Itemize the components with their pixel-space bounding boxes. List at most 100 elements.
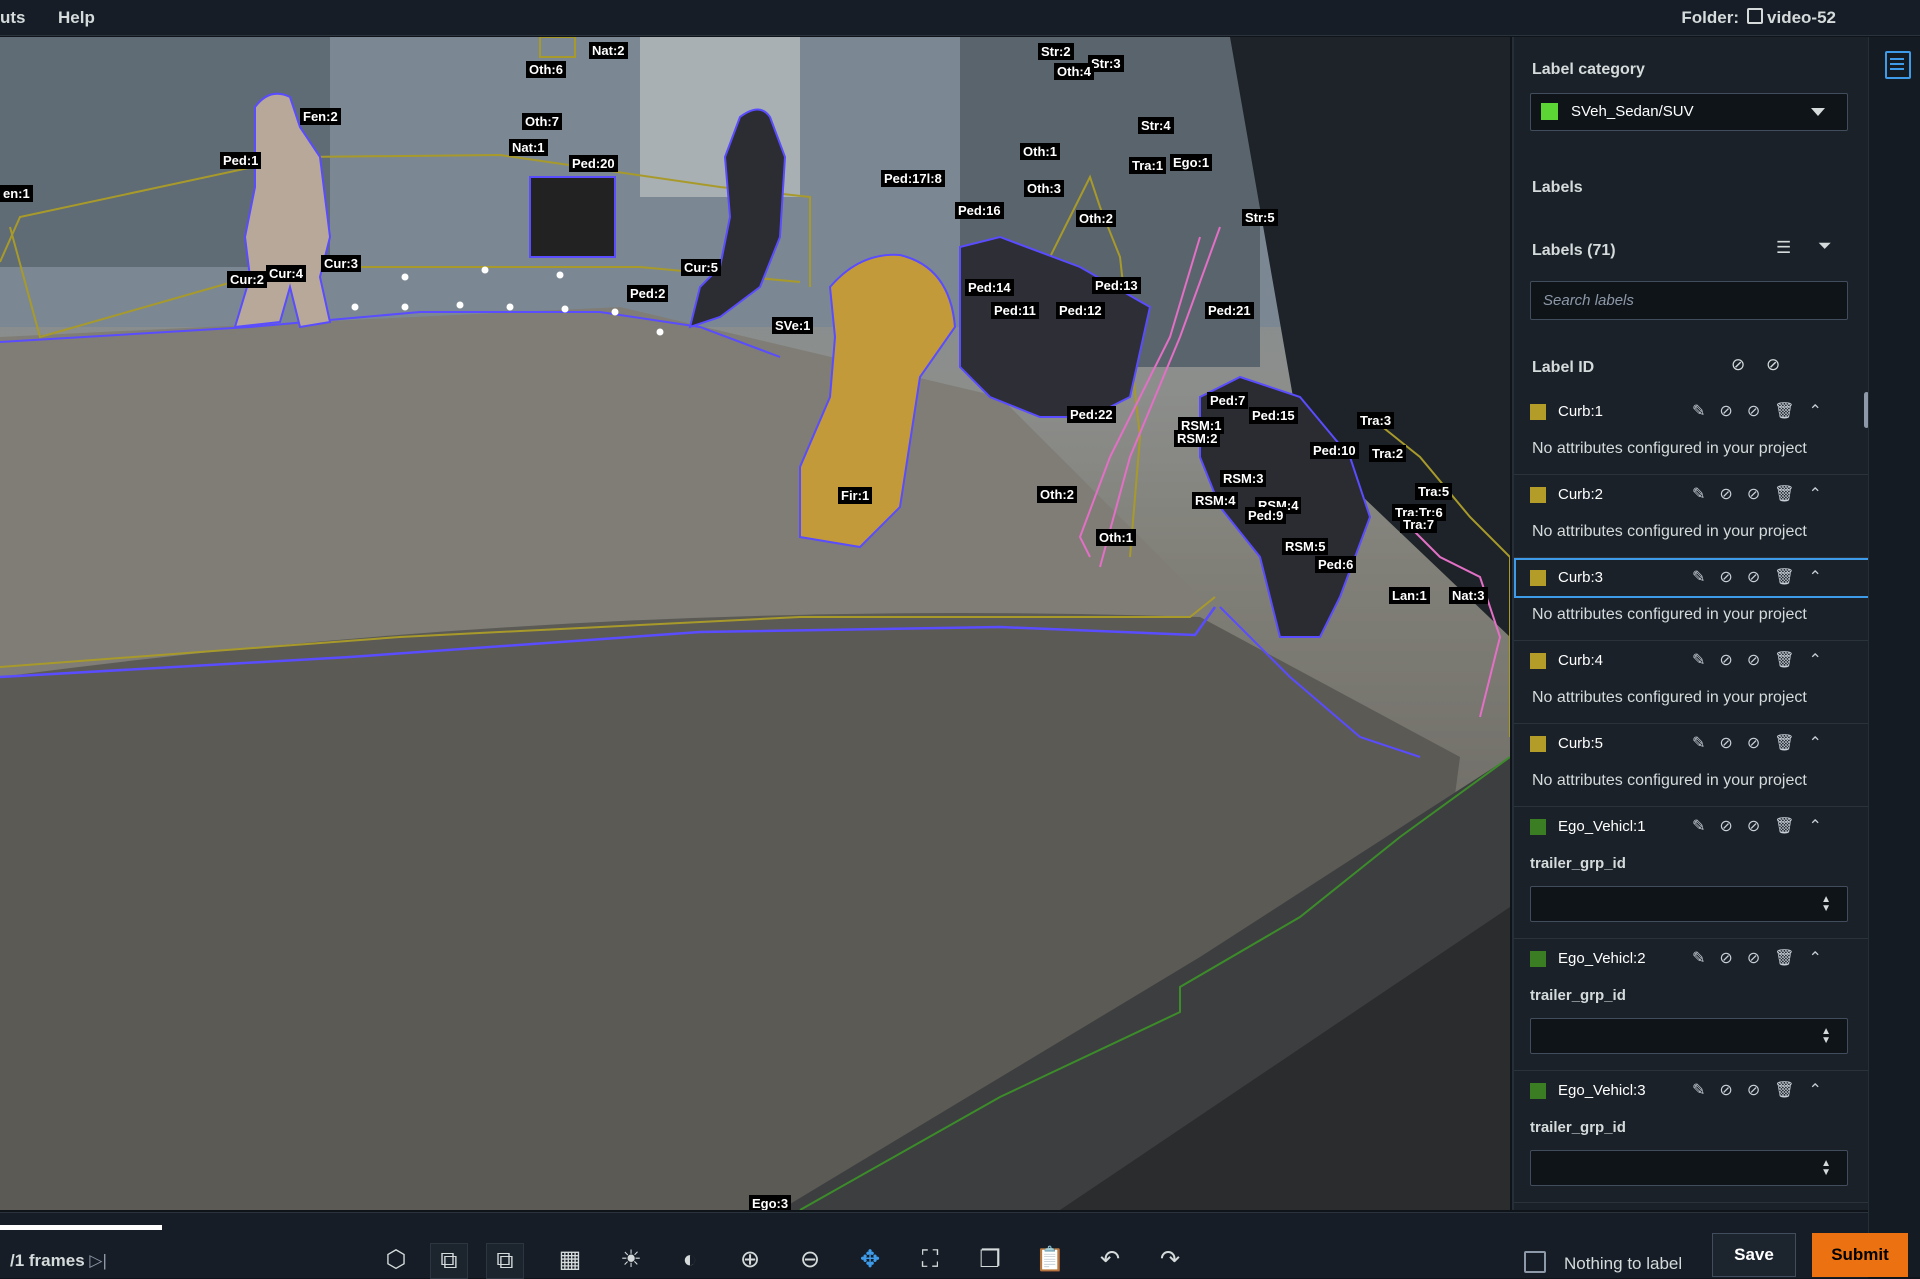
labels-overlay-icon[interactable]: ▦ — [552, 1243, 588, 1277]
label-row-actions[interactable]: ✎⊘⊘🗑⌃ — [1692, 733, 1836, 753]
annotation-tag[interactable]: Cur:5 — [681, 259, 721, 276]
annotation-tag[interactable]: Oth:2 — [1037, 486, 1077, 503]
annotation-tag[interactable]: Ped:11 — [991, 302, 1039, 319]
annotation-tag[interactable]: Str:5 — [1242, 209, 1278, 226]
trailer-grp-id-input[interactable]: ▲ ▼ — [1530, 1018, 1848, 1054]
trailer-grp-id-input[interactable]: ▲ ▼ — [1530, 1150, 1848, 1186]
label-category-select[interactable]: SVeh_Sedan/SUV — [1530, 93, 1848, 131]
label-row-ego-vehicle-3[interactable]: Ego_Vehicl:3 ✎⊘⊘🗑⌃ trailer_grp_id ▲ ▼ — [1514, 1071, 1870, 1203]
stepper-icon[interactable]: ▲ ▼ — [1821, 895, 1831, 914]
label-row-curb-2[interactable]: Curb:2 ✎⊘⊘🗑⌃ No attributes configured in … — [1514, 475, 1870, 558]
zoom-out-icon[interactable]: ⊖ — [792, 1243, 828, 1277]
sort-icon[interactable]: ☰ — [1776, 238, 1791, 258]
undo-icon[interactable]: ↶ — [1092, 1243, 1128, 1277]
move-tool-icon[interactable]: ✥ — [852, 1243, 888, 1277]
label-row-curb-4[interactable]: Curb:4 ✎⊘⊘🗑⌃ No attributes configured in … — [1514, 641, 1870, 724]
label-row-curb-5[interactable]: Curb:5 ✎⊘⊘🗑⌃ No attributes configured in … — [1514, 724, 1870, 807]
annotation-tag[interactable]: RSM:4 — [1192, 492, 1239, 509]
send-backward-icon[interactable]: ⧉ — [430, 1243, 468, 1279]
stepper-icon[interactable]: ▲ ▼ — [1821, 1159, 1831, 1178]
label-row-actions[interactable]: ✎⊘⊘🗑⌃ — [1692, 948, 1836, 968]
annotation-tag[interactable]: Nat:1 — [509, 139, 548, 156]
brightness-icon[interactable]: ☀ — [613, 1243, 649, 1277]
fit-to-screen-icon[interactable]: ⛶ — [912, 1243, 948, 1277]
annotation-tag[interactable]: Fir:1 — [838, 487, 873, 504]
filter-icon[interactable]: ⏷ — [1818, 236, 1832, 256]
label-row-ego-vehicle-1[interactable]: Ego_Vehicl:1 ✎⊘⊘🗑⌃ trailer_grp_id ▲ ▼ — [1514, 807, 1870, 939]
annotation-tag[interactable]: Nat:3 — [1449, 587, 1488, 604]
annotation-tag[interactable]: Oth:3 — [1024, 180, 1064, 197]
copy-icon[interactable]: ❐ — [972, 1243, 1008, 1277]
annotation-tag[interactable]: Fen:2 — [300, 108, 341, 125]
annotation-tag[interactable]: Lan:1 — [1389, 587, 1430, 604]
annotation-tag[interactable]: Ped:22 — [1067, 406, 1116, 423]
annotation-tag[interactable]: Tra:3 — [1357, 412, 1395, 429]
annotation-tag[interactable]: Str:2 — [1038, 43, 1074, 60]
checkbox-box[interactable] — [1524, 1251, 1546, 1273]
annotation-tag[interactable]: Ped:20 — [569, 155, 618, 172]
hide-all-outlines-icon[interactable]: ⊘ — [1731, 355, 1745, 375]
annotation-tag[interactable]: Ped:10 — [1310, 442, 1359, 459]
label-row-curb-3[interactable]: Curb:3 ✎⊘⊘🗑⌃ No attributes configured in … — [1514, 558, 1870, 641]
annotation-tag[interactable]: SVe:1 — [772, 317, 814, 334]
menu-help[interactable]: Help — [58, 8, 95, 28]
bring-forward-icon[interactable]: ⧉ — [486, 1243, 524, 1279]
annotation-tag[interactable]: RSM:5 — [1282, 538, 1329, 555]
annotation-tag[interactable]: Ped:21 — [1205, 302, 1254, 319]
annotation-tag[interactable]: Oth:4 — [1054, 63, 1094, 80]
image-canvas[interactable]: en:1 Fen:2 Ped:1 Cur:2 Cur:4 Cur:3 Oth:6… — [0, 37, 1510, 1210]
annotation-tag[interactable]: Ped:7 — [1207, 392, 1249, 409]
label-row-ego-vehicle-2[interactable]: Ego_Vehicl:2 ✎⊘⊘🗑⌃ trailer_grp_id ▲ ▼ — [1514, 939, 1870, 1071]
annotation-tag[interactable]: Ped:17l:8 — [881, 170, 945, 187]
last-frame-icon[interactable]: ▷| — [89, 1251, 107, 1270]
hide-all-labels-icon[interactable]: ⊘ — [1766, 355, 1780, 375]
contrast-icon[interactable]: ◐ — [672, 1243, 708, 1277]
annotation-tag[interactable]: Ped:6 — [1315, 556, 1357, 573]
annotation-tag[interactable]: Ped:14 — [965, 279, 1014, 296]
stepper-icon[interactable]: ▲ ▼ — [1821, 1027, 1831, 1046]
annotation-tag[interactable]: Str:4 — [1138, 117, 1174, 134]
label-row-curb-1[interactable]: Curb:1 ✎⊘⊘🗑⌃ No attributes configured in … — [1514, 392, 1870, 475]
label-list-icon[interactable] — [1885, 51, 1911, 79]
label-row-actions[interactable]: ✎⊘⊘🗑⌃ — [1692, 816, 1836, 836]
paste-icon[interactable]: 📋 — [1032, 1243, 1068, 1277]
search-labels-input[interactable]: Search labels — [1530, 281, 1848, 320]
label-row-actions[interactable]: ✎⊘⊘🗑⌃ — [1692, 567, 1836, 587]
annotation-tag[interactable]: Ped:16 — [955, 202, 1004, 219]
label-row-actions[interactable]: ✎⊘⊘🗑⌃ — [1692, 401, 1836, 421]
annotation-tag[interactable]: Cur:4 — [266, 265, 306, 282]
zoom-in-icon[interactable]: ⊕ — [732, 1243, 768, 1277]
annotation-tag[interactable]: Oth:6 — [526, 61, 566, 78]
annotation-tag[interactable]: Oth:1 — [1020, 143, 1060, 160]
annotation-tag[interactable]: Ped:9 — [1245, 507, 1287, 524]
polygon-tool-icon[interactable]: ⬡ — [378, 1243, 414, 1277]
menu-shortcuts[interactable]: uts — [0, 8, 26, 28]
annotation-tag[interactable]: RSM:2 — [1174, 430, 1221, 447]
annotation-tag[interactable]: Ego:1 — [1170, 154, 1213, 171]
submit-button[interactable]: Submit — [1812, 1233, 1908, 1277]
nothing-to-label-checkbox[interactable]: Nothing to label — [1524, 1251, 1682, 1274]
annotation-tag[interactable]: Ego:3 — [749, 1195, 792, 1210]
annotation-tag[interactable]: Oth:1 — [1096, 529, 1136, 546]
annotation-tag[interactable]: Ped:15 — [1249, 407, 1298, 424]
label-row-actions[interactable]: ✎⊘⊘🗑⌃ — [1692, 484, 1836, 504]
annotation-tag[interactable]: Ped:2 — [627, 285, 669, 302]
annotation-tag[interactable]: Nat:2 — [589, 42, 628, 59]
annotation-tag[interactable]: Ped:1 — [220, 152, 262, 169]
annotation-tag[interactable]: Cur:2 — [227, 271, 267, 288]
redo-icon[interactable]: ↷ — [1152, 1243, 1188, 1277]
annotation-tag[interactable]: en:1 — [0, 185, 33, 202]
annotation-tag[interactable]: Tra:1 — [1129, 157, 1167, 174]
label-row-actions[interactable]: ✎⊘⊘🗑⌃ — [1692, 1080, 1836, 1100]
annotation-tag[interactable]: Ped:13 — [1092, 277, 1141, 294]
annotation-tag[interactable]: Oth:7 — [522, 113, 562, 130]
label-row-actions[interactable]: ✎⊘⊘🗑⌃ — [1692, 650, 1836, 670]
annotation-tag[interactable]: Tra:2 — [1369, 445, 1407, 462]
trailer-grp-id-input[interactable]: ▲ ▼ — [1530, 886, 1848, 922]
annotation-tag[interactable]: Tra:5 — [1415, 483, 1453, 500]
annotation-tag[interactable]: RSM:3 — [1220, 470, 1267, 487]
annotation-tag[interactable]: Tra:7 — [1400, 516, 1438, 533]
annotation-tag[interactable]: Cur:3 — [321, 255, 361, 272]
save-button[interactable]: Save — [1712, 1233, 1796, 1277]
annotation-tag[interactable]: Oth:2 — [1076, 210, 1116, 227]
